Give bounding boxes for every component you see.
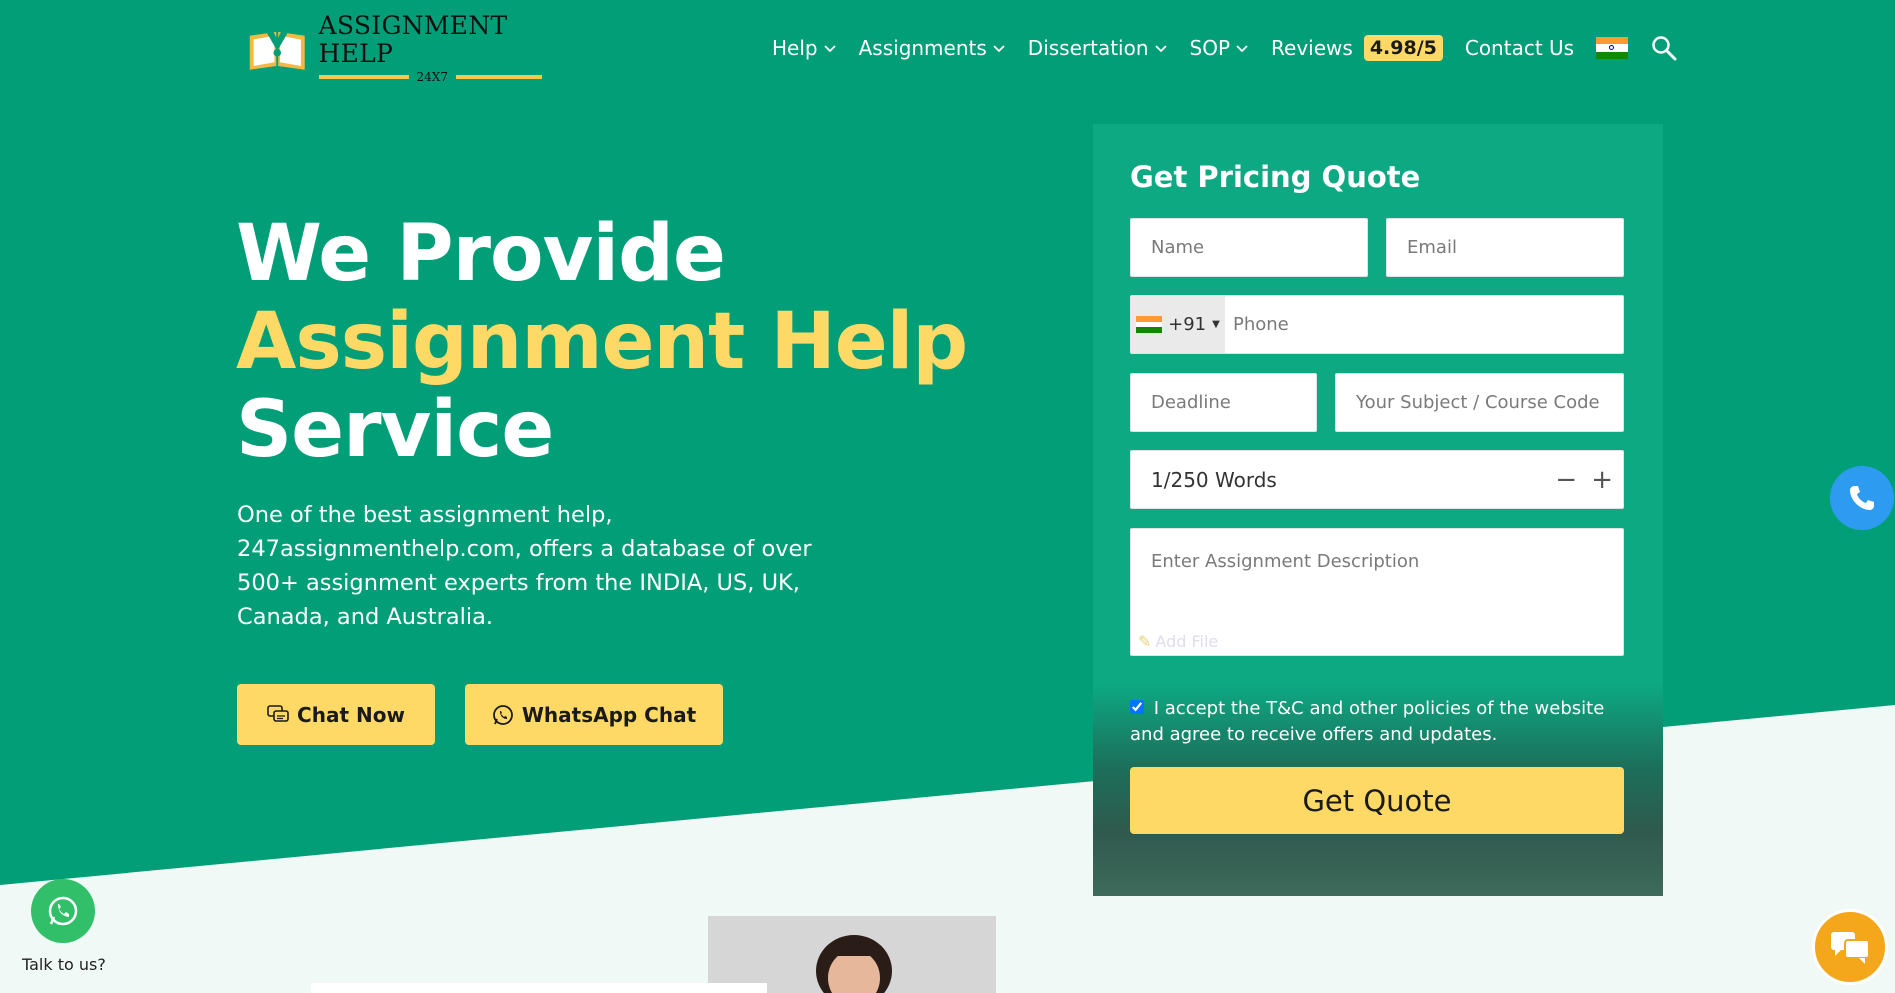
description-placeholder: Enter Assignment Description — [1151, 551, 1420, 572]
nav-item-contact[interactable]: Contact Us — [1465, 36, 1574, 60]
nav-item-label: Reviews — [1271, 36, 1353, 60]
logo-title: ASSIGNMENT HELP — [318, 11, 508, 68]
student-photo — [708, 916, 996, 993]
search-icon[interactable] — [1650, 34, 1678, 62]
country-code: +91 — [1168, 314, 1207, 335]
add-file-label: Add File — [1155, 632, 1219, 651]
whatsapp-chat-button[interactable]: WhatsApp Chat — [465, 684, 723, 745]
logo-bar-right — [455, 75, 542, 79]
paperclip-icon: ✎ — [1138, 632, 1152, 651]
add-file-button[interactable]: ✎ Add File — [1138, 632, 1218, 651]
phone-icon — [1850, 486, 1874, 510]
hero-headline: We Provide Assignment Help Service — [236, 209, 968, 475]
description-textarea[interactable]: Enter Assignment Description ✎ Add File — [1130, 528, 1624, 656]
terms-text: I accept the T&C and other policies of t… — [1130, 698, 1605, 745]
nav-item-label: Dissertation — [1027, 36, 1149, 60]
nav-item-label: SOP — [1189, 36, 1231, 60]
terms-consent: I accept the T&C and other policies of t… — [1130, 696, 1624, 748]
chat-now-button[interactable]: Chat Now — [237, 684, 435, 745]
india-flag-icon — [1136, 316, 1163, 334]
subject-input[interactable]: Your Subject / Course Code — [1335, 373, 1624, 432]
word-count-value: 1/250 Words — [1151, 467, 1277, 492]
nav-item-label: Help — [772, 36, 818, 60]
chevron-down-icon — [993, 45, 1005, 53]
hero-line-2: Assignment Help — [236, 297, 968, 387]
name-input[interactable]: Name — [1130, 218, 1368, 277]
rating-badge: 4.98/5 — [1363, 35, 1443, 61]
hero-line-3: Service — [236, 385, 554, 475]
student-silhouette — [708, 916, 996, 993]
hero-description: One of the best assignment help, 247assi… — [237, 502, 812, 630]
caret-down-icon: ▼ — [1212, 319, 1220, 330]
deadline-input[interactable]: Deadline — [1130, 373, 1317, 432]
whatsapp-icon — [48, 896, 78, 926]
phone-field: +91 ▼ Phone — [1130, 295, 1624, 354]
phone-input[interactable]: Phone — [1225, 314, 1289, 335]
chat-bubbles-icon — [1831, 932, 1870, 964]
logo-bar-left — [318, 75, 409, 79]
call-button[interactable] — [1830, 466, 1894, 530]
word-count-stepper: 1/250 Words − + — [1130, 450, 1624, 509]
book-logo-icon — [249, 26, 305, 70]
main-nav: Help Assignments Dissertation SOP Review… — [772, 34, 1678, 62]
talk-to-us-label: Talk to us? — [22, 955, 106, 974]
decrement-button[interactable]: − — [1555, 465, 1577, 495]
pricing-quote-form: Get Pricing Quote Name Email +91 ▼ Phone… — [1093, 124, 1663, 896]
nav-item-help[interactable]: Help — [772, 36, 837, 60]
nav-item-assignments[interactable]: Assignments — [859, 36, 1006, 60]
nav-item-sop[interactable]: SOP — [1190, 36, 1250, 60]
nav-item-label: Assignments — [858, 36, 987, 60]
hero-line-1: We Provide — [236, 209, 726, 299]
live-chat-button[interactable] — [1812, 909, 1888, 985]
whatsapp-chat-label: WhatsApp Chat — [521, 702, 697, 727]
email-input[interactable]: Email — [1386, 218, 1624, 277]
country-code-select[interactable]: +91 ▼ — [1131, 296, 1225, 353]
content-card-edge — [311, 983, 767, 993]
chat-bubble-icon — [267, 704, 289, 722]
india-flag-icon[interactable] — [1596, 37, 1629, 59]
form-title: Get Pricing Quote — [1130, 160, 1421, 194]
increment-button[interactable]: + — [1591, 465, 1613, 495]
nav-item-label: Contact Us — [1464, 36, 1575, 60]
site-logo[interactable]: ASSIGNMENT HELP 24X7 — [246, 12, 576, 84]
whatsapp-icon — [492, 704, 513, 725]
chevron-down-icon — [823, 45, 836, 53]
logo-subtitle: 24X7 — [416, 70, 448, 84]
nav-item-reviews[interactable]: Reviews 4.98/5 — [1271, 35, 1443, 61]
get-quote-button[interactable]: Get Quote — [1130, 767, 1624, 834]
whatsapp-float-button[interactable] — [31, 879, 95, 943]
chevron-down-icon — [1236, 45, 1248, 53]
terms-checkbox[interactable] — [1130, 700, 1144, 714]
chat-now-label: Chat Now — [297, 702, 405, 727]
chevron-down-icon — [1154, 45, 1167, 53]
nav-item-dissertation[interactable]: Dissertation — [1028, 36, 1168, 60]
